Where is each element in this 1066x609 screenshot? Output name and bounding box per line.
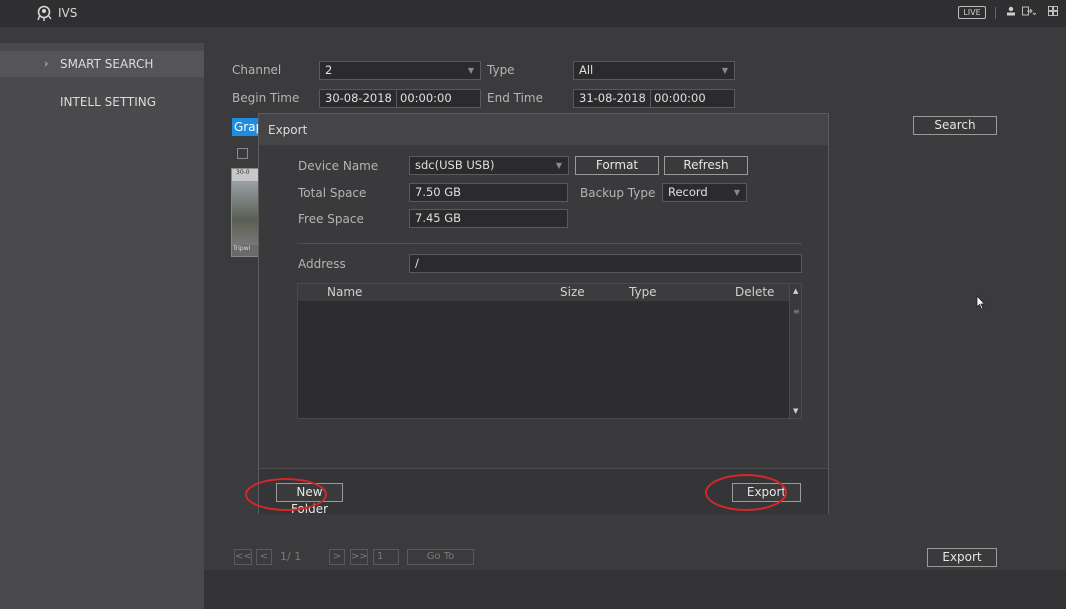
select-all-checkbox[interactable] <box>237 148 248 159</box>
divider <box>396 90 397 107</box>
bottom-strip <box>204 570 1066 609</box>
chevron-right-icon: › <box>44 57 49 70</box>
page-number-input[interactable]: 1 <box>373 549 399 565</box>
end-time-label: End Time <box>487 91 543 105</box>
scroll-up-icon[interactable]: ▲ <box>793 287 798 295</box>
ivs-icon <box>37 5 52 21</box>
dialog-footer: New Folder Export <box>259 468 828 516</box>
dialog-export-button[interactable]: Export <box>732 483 801 502</box>
export-dialog: Export Device Name sdc(USB USB) ▼ Format… <box>258 113 829 516</box>
next-page-button[interactable]: > <box>329 549 345 565</box>
column-type[interactable]: Type <box>629 285 657 299</box>
top-bar: IVS LIVE <box>0 0 1066 27</box>
snapshot-image <box>232 181 258 245</box>
free-space-label: Free Space <box>298 212 364 226</box>
divider <box>650 90 651 107</box>
channel-select[interactable]: 2 ▼ <box>319 61 481 80</box>
column-delete[interactable]: Delete <box>735 285 774 299</box>
end-date-value: 31-08-2018 <box>579 91 646 105</box>
address-input[interactable]: / <box>409 254 802 273</box>
tab-graphics[interactable]: Grap <box>232 118 258 136</box>
table-header: Name Size Type Delete <box>298 284 801 301</box>
thumb-time: 30-0 <box>232 169 258 181</box>
result-thumbnail[interactable]: 30-0 Tripwi <box>231 168 259 257</box>
refresh-button[interactable]: Refresh <box>664 156 748 175</box>
app-title: IVS <box>58 6 78 20</box>
search-button[interactable]: Search <box>913 116 997 135</box>
total-space-label: Total Space <box>298 186 367 200</box>
file-list-table: Name Size Type Delete ▲ ≡ ▼ <box>297 283 802 419</box>
column-name[interactable]: Name <box>327 285 362 299</box>
type-select[interactable]: All ▼ <box>573 61 735 80</box>
begin-time-value: 00:00:00 <box>400 91 452 105</box>
prev-page-button[interactable]: < <box>256 549 272 565</box>
divider <box>995 7 996 19</box>
dropdown-arrow-icon: ▼ <box>467 66 474 75</box>
new-folder-button[interactable]: New Folder <box>276 483 343 516</box>
backup-type-value: Record <box>668 185 708 199</box>
device-name-select[interactable]: sdc(USB USB) ▼ <box>409 156 569 175</box>
address-label: Address <box>298 257 346 271</box>
end-time-value: 00:00:00 <box>654 91 706 105</box>
channel-value: 2 <box>325 63 333 77</box>
type-label: Type <box>487 63 515 77</box>
goto-button[interactable]: Go To <box>407 549 474 565</box>
sidebar-item-intell-setting[interactable]: INTELL SETTING <box>0 89 204 115</box>
divider <box>297 243 802 244</box>
sidebar-item-label: INTELL SETTING <box>60 95 157 109</box>
vertical-scrollbar[interactable]: ▲ ≡ ▼ <box>789 284 801 418</box>
format-button[interactable]: Format <box>575 156 659 175</box>
sidebar: › SMART SEARCH INTELL SETTING <box>0 43 204 609</box>
backup-type-label: Backup Type <box>580 186 656 200</box>
logout-icon[interactable] <box>1022 6 1037 20</box>
free-space-field: 7.45 GB <box>409 209 568 228</box>
user-icon[interactable] <box>1004 6 1018 20</box>
begin-time-label: Begin Time <box>232 91 300 105</box>
scroll-down-icon[interactable]: ▼ <box>793 407 798 415</box>
end-time-field[interactable]: 31-08-2018 00:00:00 <box>573 89 735 108</box>
thumb-caption: Tripwi <box>233 245 251 252</box>
sidebar-item-smart-search[interactable]: › SMART SEARCH <box>0 51 204 77</box>
mouse-cursor-icon <box>976 295 986 310</box>
column-size[interactable]: Size <box>560 285 585 299</box>
sidebar-item-label: SMART SEARCH <box>60 57 154 71</box>
channel-label: Channel <box>232 63 282 77</box>
dropdown-arrow-icon: ▼ <box>555 161 562 170</box>
export-button[interactable]: Export <box>927 548 997 567</box>
total-space-field: 7.50 GB <box>409 183 568 202</box>
page-indicator: 1/ 1 <box>280 550 302 563</box>
first-page-button[interactable]: << <box>234 549 252 565</box>
begin-date-value: 30-08-2018 <box>325 91 392 105</box>
last-page-button[interactable]: >> <box>350 549 368 565</box>
dropdown-arrow-icon: ▼ <box>721 66 728 75</box>
dropdown-arrow-icon: ▼ <box>733 188 740 197</box>
dialog-title: Export <box>268 123 308 137</box>
backup-type-select[interactable]: Record ▼ <box>662 183 747 202</box>
dialog-header: Export <box>259 114 828 145</box>
begin-time-field[interactable]: 30-08-2018 00:00:00 <box>319 89 481 108</box>
device-name-value: sdc(USB USB) <box>415 158 495 172</box>
grid-menu-icon[interactable] <box>1046 6 1060 20</box>
scroll-thumb-icon[interactable]: ≡ <box>793 307 800 316</box>
type-value: All <box>579 63 594 77</box>
live-button[interactable]: LIVE <box>958 6 986 19</box>
device-name-label: Device Name <box>298 159 379 173</box>
